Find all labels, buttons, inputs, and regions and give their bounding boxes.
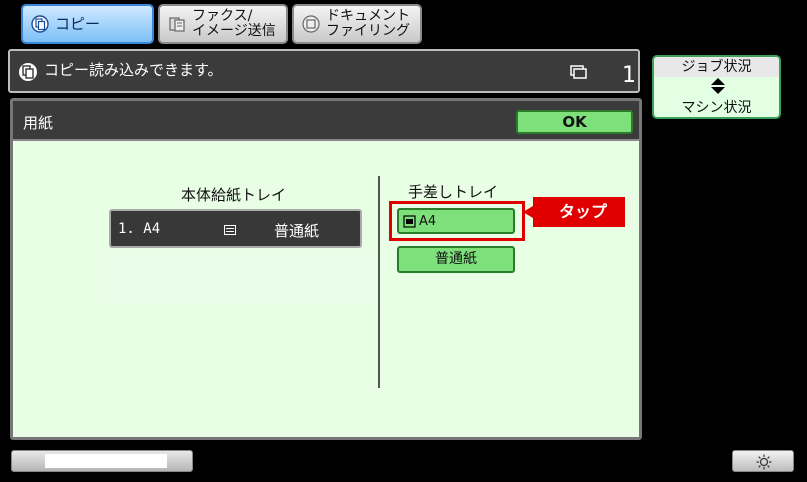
tab-document-filing[interactable]: ドキュメント ファイリング bbox=[292, 4, 422, 44]
panel-title: 用紙 bbox=[23, 114, 54, 132]
paper-settings-panel: 用紙 OK 本体給紙トレイ 1. A4 普通紙 手差しトレイ A4 普通紙 タッ… bbox=[10, 98, 642, 440]
tab-doc-label: ドキュメント ファイリング bbox=[326, 9, 410, 39]
bypass-tray-label: 手差しトレイ bbox=[408, 183, 499, 201]
up-down-arrow-icon bbox=[711, 78, 725, 94]
job-status-label: ジョブ状況 bbox=[654, 57, 779, 77]
main-tray-list-area bbox=[99, 251, 373, 303]
paper-stack-icon bbox=[224, 225, 236, 235]
bypass-paper-size-button[interactable]: A4 bbox=[397, 208, 515, 234]
copy-icon bbox=[19, 63, 37, 81]
copy-count: 1 bbox=[622, 63, 636, 88]
progress-slider[interactable] bbox=[11, 450, 193, 472]
status-message: コピー読み込みできます。 bbox=[44, 61, 223, 79]
bypass-tray-icon bbox=[403, 215, 416, 228]
bypass-size-value: A4 bbox=[419, 214, 437, 229]
document-stack-icon bbox=[570, 65, 587, 79]
tab-fax-image-send[interactable]: ファクス/ イメージ送信 bbox=[158, 4, 288, 44]
main-tray-number: 1. A4 bbox=[118, 221, 161, 237]
status-bar: コピー読み込みできます。 1 bbox=[8, 49, 640, 93]
job-status-button[interactable]: ジョブ状況 マシン状況 bbox=[652, 55, 781, 119]
tab-fax-label: ファクス/ イメージ送信 bbox=[192, 9, 276, 39]
panel-header: 用紙 OK bbox=[13, 101, 639, 141]
fax-icon bbox=[169, 17, 185, 32]
main-tray-1-button[interactable]: 1. A4 普通紙 bbox=[109, 209, 362, 248]
copy-icon bbox=[31, 15, 49, 33]
column-divider bbox=[378, 176, 380, 388]
tap-callout: タップ bbox=[523, 197, 625, 227]
tab-fax-label-line2: イメージ送信 bbox=[192, 23, 276, 39]
bypass-paper-type-button[interactable]: 普通紙 bbox=[397, 246, 515, 273]
tab-copy-label: コピー bbox=[55, 14, 101, 33]
ok-button[interactable]: OK bbox=[516, 110, 633, 134]
slider-fill bbox=[45, 454, 167, 468]
main-tray-type: 普通紙 bbox=[274, 222, 320, 240]
tab-copy[interactable]: コピー bbox=[21, 4, 154, 44]
tab-doc-label-line1: ドキュメント bbox=[326, 8, 410, 24]
machine-status-label: マシン状況 bbox=[681, 100, 752, 116]
tab-doc-label-line2: ファイリング bbox=[326, 23, 410, 39]
main-tray-label: 本体給紙トレイ bbox=[181, 186, 287, 204]
document-filing-icon bbox=[302, 15, 320, 33]
brightness-icon bbox=[756, 454, 772, 470]
brightness-button[interactable] bbox=[732, 450, 794, 472]
tab-fax-label-line1: ファクス/ bbox=[192, 8, 253, 24]
